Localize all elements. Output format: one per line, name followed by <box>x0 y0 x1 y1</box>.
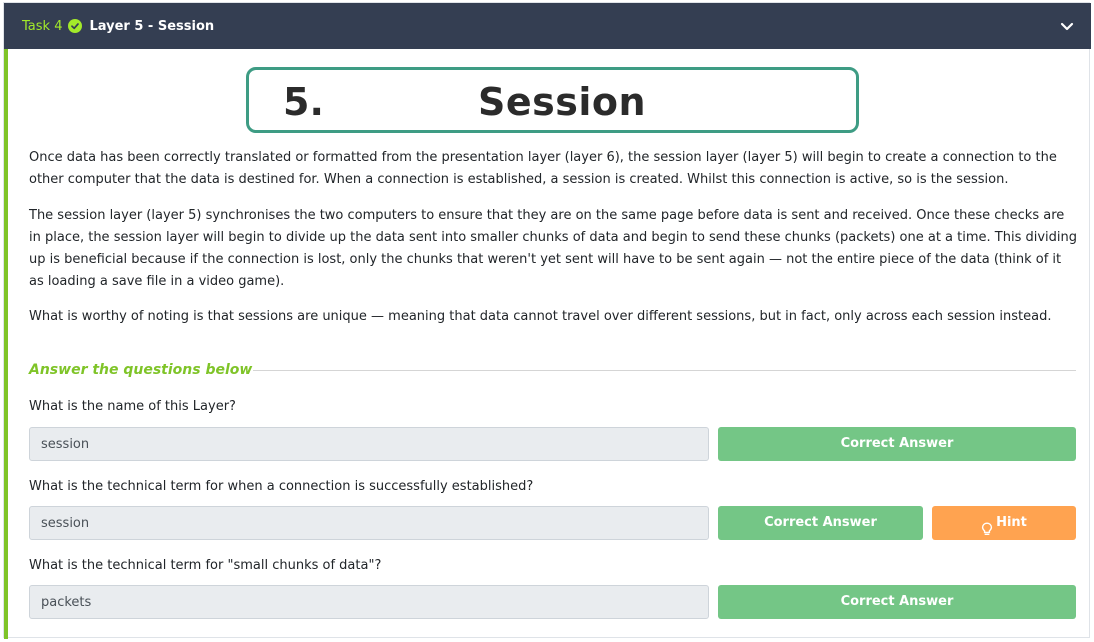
check-circle-icon <box>68 19 83 33</box>
task-number-label: Task 4 <box>22 18 63 34</box>
banner-number: 5. <box>283 80 324 124</box>
chevron-down-icon[interactable] <box>1060 18 1074 32</box>
paragraph: What is worthy of noting is that session… <box>29 309 1052 324</box>
paragraph: The session layer (layer 5) synchronises… <box>29 208 1078 289</box>
answer-input[interactable] <box>29 427 709 461</box>
hint-button-label: Hint <box>996 515 1027 530</box>
hint-button[interactable]: Hint <box>932 506 1076 540</box>
correct-answer-button[interactable]: Correct Answer <box>718 427 1076 461</box>
answer-section-heading: Answer the questions below <box>29 362 253 378</box>
heading-divider <box>253 370 1076 371</box>
task-header[interactable]: Task 4 Layer 5 - Session <box>4 3 1091 49</box>
answer-input[interactable] <box>29 506 709 540</box>
answer-input[interactable] <box>29 585 709 619</box>
question-text: What is the name of this Layer? <box>29 399 236 414</box>
question-text: What is the technical term for "small ch… <box>29 558 382 573</box>
banner-title: Session <box>478 80 647 124</box>
question-text: What is the technical term for when a co… <box>29 479 534 494</box>
task-body: 5. Session Once data has been correctly … <box>4 49 1091 639</box>
correct-answer-button[interactable]: Correct Answer <box>718 506 923 540</box>
task-card: Task 4 Layer 5 - Session 5. Session Once… <box>3 2 1091 639</box>
lightbulb-icon <box>981 516 993 535</box>
correct-answer-button[interactable]: Correct Answer <box>718 585 1076 619</box>
paragraph: Once data has been correctly translated … <box>29 150 1057 187</box>
task-title: Layer 5 - Session <box>89 18 215 34</box>
layer-banner-image: 5. Session <box>246 67 859 133</box>
